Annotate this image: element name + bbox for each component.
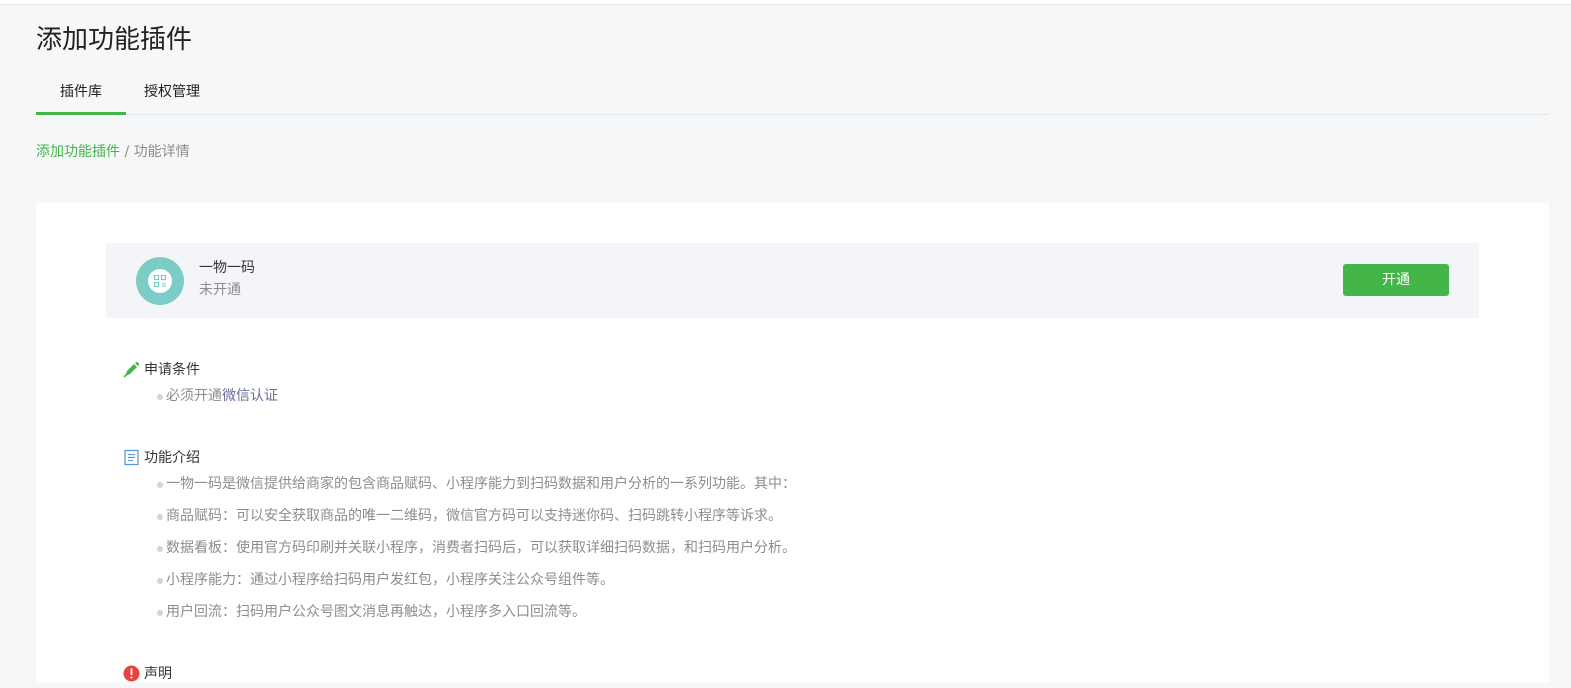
- breadcrumb-current: 功能详情: [133, 144, 190, 160]
- plugin-name: 一物一码: [199, 260, 255, 276]
- intro-item: 小程序能力：通过小程序给扫码用户发红包，小程序关注公众号组件等。: [157, 572, 614, 588]
- tab-authorization-management[interactable]: 授权管理: [134, 70, 210, 114]
- document-icon: [123, 449, 140, 466]
- qrcode-icon: [136, 257, 184, 305]
- breadcrumb: 添加功能插件 / 功能详情: [36, 141, 190, 163]
- intro-item: 商品赋码：可以安全获取商品的唯一二维码，微信官方码可以支持迷你码、扫码跳转小程序…: [157, 508, 782, 524]
- plugin-header: 一物一码 未开通 开通: [106, 243, 1479, 318]
- plugin-detail-card: 一物一码 未开通 开通 申请条件 必须开通微信认证 功能介绍 一物一码是微信提供…: [36, 203, 1549, 682]
- breadcrumb-separator: /: [120, 144, 134, 160]
- plugin-status: 未开通: [199, 282, 241, 298]
- requirement-item: 必须开通微信认证: [157, 388, 278, 404]
- intro-item: 用户回流：扫码用户公众号图文消息再触达，小程序多入口回流等。: [157, 604, 586, 620]
- wechat-verification-link[interactable]: 微信认证: [222, 388, 278, 404]
- tab-plugin-library[interactable]: 插件库: [36, 70, 126, 115]
- activate-button[interactable]: 开通: [1343, 264, 1449, 296]
- section-title-requirements: 申请条件: [123, 360, 200, 380]
- top-border: [0, 0, 1571, 5]
- intro-item: 一物一码是微信提供给商家的包含商品赋码、小程序能力到扫码数据和用户分析的一系列功…: [157, 476, 796, 492]
- pencil-icon: [123, 361, 140, 378]
- breadcrumb-link-add-plugin[interactable]: 添加功能插件: [36, 144, 120, 160]
- alert-icon: [123, 665, 140, 682]
- page-title: 添加功能插件: [36, 25, 193, 55]
- section-title-intro: 功能介绍: [124, 448, 200, 468]
- tab-bar: 插件库 授权管理: [36, 70, 1549, 115]
- section-title-statement: 声明: [123, 664, 172, 684]
- intro-item: 数据看板：使用官方码印刷并关联小程序，消费者扫码后，可以获取详细扫码数据，和扫码…: [157, 540, 796, 556]
